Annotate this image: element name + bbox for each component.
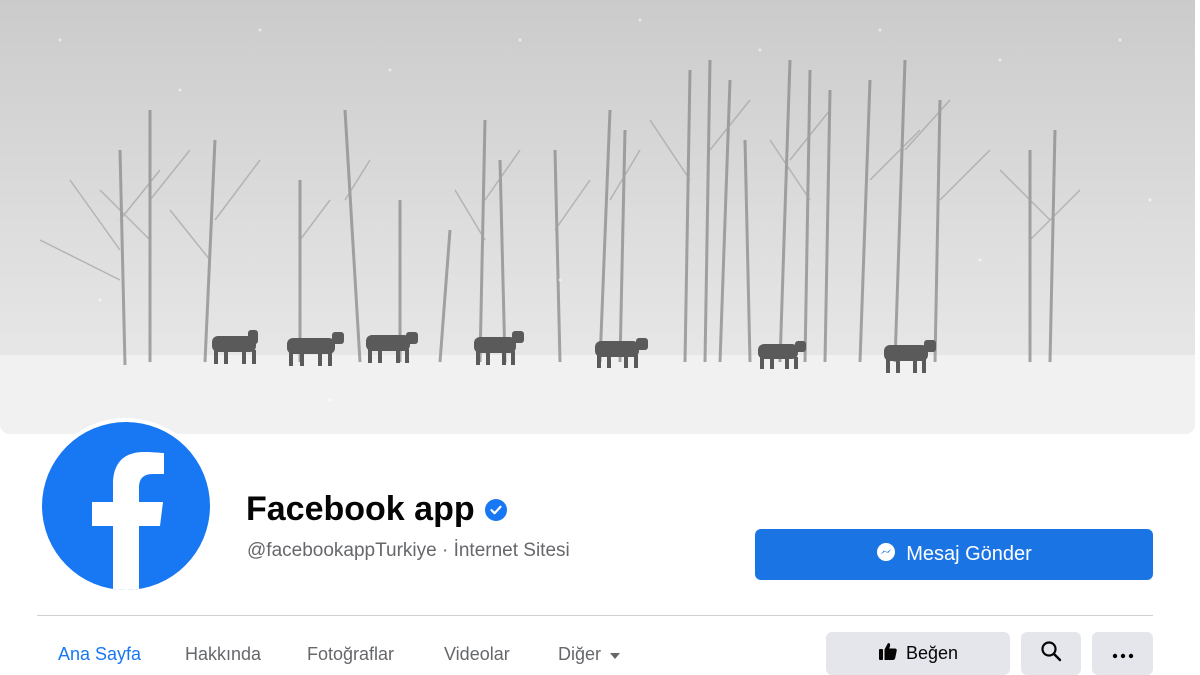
tab-about[interactable]: Hakkında (185, 644, 261, 665)
facebook-logo-icon (42, 422, 210, 590)
page-subtitle: @facebookappTurkiye · İnternet Sitesi (247, 540, 570, 562)
ellipsis-icon (1112, 642, 1134, 665)
send-message-button[interactable]: Mesaj Gönder (755, 529, 1153, 580)
send-message-label: Mesaj Gönder (906, 543, 1032, 565)
tab-videos[interactable]: Videolar (444, 644, 510, 665)
like-button[interactable]: Beğen (826, 632, 1010, 675)
cover-photo[interactable] (0, 0, 1195, 434)
caret-down-icon (609, 644, 621, 665)
tab-home[interactable]: Ana Sayfa (58, 644, 141, 665)
profile-picture[interactable] (38, 418, 214, 594)
page-tabs: Ana Sayfa Hakkında Fotoğraflar Videolar … (0, 628, 800, 675)
page-category[interactable]: İnternet Sitesi (454, 540, 570, 561)
tab-more[interactable]: Diğer (558, 644, 621, 665)
search-icon (1040, 640, 1062, 667)
verified-badge-icon (484, 498, 507, 521)
page-name-text: Facebook app (246, 490, 475, 528)
like-label: Beğen (905, 643, 959, 663)
tab-more-label: Diğer (558, 644, 602, 664)
subtitle-separator: · (441, 540, 449, 561)
messenger-icon (876, 542, 896, 568)
page-handle: @facebookappTurkiye (247, 540, 437, 561)
search-button[interactable] (1021, 632, 1081, 675)
header-divider (37, 615, 1153, 616)
thumbs-up-icon (878, 641, 898, 666)
cover-photo-image (0, 0, 1195, 434)
more-options-button[interactable] (1092, 632, 1153, 675)
tab-photos[interactable]: Fotoğraflar (307, 644, 394, 665)
page-title: Facebook app (246, 490, 507, 529)
